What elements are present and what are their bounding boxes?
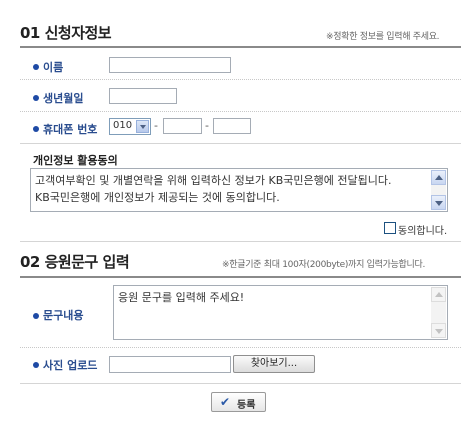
section1-note: ※정확한 정보를 입력해 주세요.: [326, 32, 440, 42]
scroll-up-icon[interactable]: [431, 287, 446, 302]
row-divider: [20, 383, 461, 384]
scroll-down-icon[interactable]: [431, 195, 446, 210]
scrollbar[interactable]: [431, 287, 446, 338]
agree-checkbox[interactable]: [384, 222, 396, 234]
row-divider: [20, 111, 461, 112]
section-divider: [20, 241, 461, 242]
section2-title: 02 응원문구 입력: [20, 251, 130, 272]
phone-dash: -: [205, 119, 209, 132]
phone-dash: -: [154, 119, 158, 132]
row-divider: [20, 143, 461, 144]
photo-label: 사진 업로드: [43, 359, 98, 372]
scroll-down-icon[interactable]: [431, 323, 446, 338]
phone-label: 휴대폰 번호: [43, 123, 98, 136]
name-input[interactable]: [109, 57, 231, 73]
bullet-icon: [33, 313, 39, 319]
row-divider: [20, 79, 461, 80]
bullet-icon: [33, 95, 39, 101]
section2-divider: [20, 276, 461, 278]
birth-label: 생년월일: [43, 92, 84, 105]
section2-title-text: 응원문구 입력: [44, 253, 130, 271]
section1-divider: [20, 46, 461, 48]
submit-button[interactable]: ✔ 등록: [211, 392, 266, 412]
chevron-down-icon[interactable]: [136, 120, 149, 133]
agree-label[interactable]: 동의합니다.: [398, 222, 447, 237]
bullet-icon: [33, 64, 39, 70]
check-icon: ✔: [220, 395, 231, 409]
section1-number: 01: [20, 24, 40, 42]
scrollbar[interactable]: [431, 170, 446, 210]
message-textarea[interactable]: 응원 문구를 입력해 주세요!: [113, 285, 448, 340]
section1-title-text: 신청자정보: [44, 24, 112, 42]
section2-note: ※한글기준 최대 100자(200byte)까지 입력가능합니다.: [222, 260, 426, 270]
consent-text: 고객여부확인 및 개별연락을 위해 입력하신 정보가 KB국민은행에 전달됩니다…: [35, 174, 392, 204]
message-label: 문구내용: [43, 309, 84, 322]
consent-title: 개인정보 활용동의: [33, 154, 118, 167]
submit-label: 등록: [237, 400, 256, 411]
birth-input[interactable]: [109, 88, 177, 104]
consent-textarea[interactable]: 고객여부확인 및 개별연락을 위해 입력하신 정보가 KB국민은행에 전달됩니다…: [30, 168, 448, 212]
phone-last-input[interactable]: [213, 118, 251, 134]
browse-button[interactable]: 찾아보기...: [233, 355, 315, 373]
bullet-icon: [33, 126, 39, 132]
bullet-icon: [33, 362, 39, 368]
section2-number: 02: [20, 253, 40, 271]
message-placeholder: 응원 문구를 입력해 주세요!: [118, 291, 245, 304]
scroll-up-icon[interactable]: [431, 170, 446, 185]
phone-middle-input[interactable]: [163, 118, 202, 134]
photo-path-input[interactable]: [109, 356, 231, 373]
phone-prefix-select[interactable]: 010: [109, 118, 151, 135]
name-label: 이름: [43, 61, 64, 74]
row-divider: [20, 347, 461, 348]
phone-prefix-value: 010: [113, 120, 133, 131]
section1-title: 01 신청자정보: [20, 22, 112, 43]
